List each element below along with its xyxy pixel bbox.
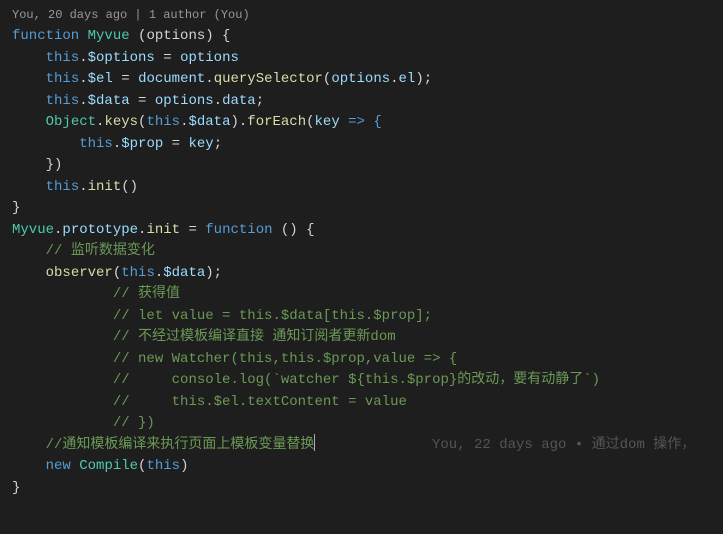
code-line[interactable]: // }) bbox=[12, 413, 711, 435]
property-token: $data bbox=[88, 93, 130, 109]
arg-token: options bbox=[331, 71, 390, 87]
code-line[interactable]: } bbox=[12, 198, 711, 220]
comment-token: // 不经过模板编译直接 通知订阅者更新dom bbox=[113, 329, 396, 345]
code-line[interactable]: } bbox=[12, 478, 711, 500]
code-line[interactable]: observer(this.$data); bbox=[12, 263, 711, 285]
this-token: this bbox=[46, 71, 80, 87]
this-token: this bbox=[146, 458, 180, 474]
property-token: $data bbox=[163, 265, 205, 281]
code-line[interactable]: this.$options = options bbox=[12, 48, 711, 70]
var-token: options bbox=[180, 50, 239, 66]
code-line[interactable]: //通知模板编译来执行页面上模板变量替换 You, 22 days ago • 通… bbox=[12, 435, 711, 457]
comment-token: // 获得值 bbox=[113, 286, 180, 302]
code-line[interactable]: // new Watcher(this,this.$prop,value => … bbox=[12, 349, 711, 371]
comment-token: // this.$el.textContent = value bbox=[113, 394, 407, 410]
this-token: this bbox=[79, 136, 113, 152]
var-token: key bbox=[188, 136, 213, 152]
comment-token: //通知模板编译来执行页面上模板变量替换 bbox=[46, 437, 315, 453]
code-line[interactable]: this.init() bbox=[12, 177, 711, 199]
code-line[interactable]: // console.log(`watcher ${this.$prop}的改动… bbox=[12, 370, 711, 392]
this-token: this bbox=[146, 114, 180, 130]
method-token: init bbox=[88, 179, 122, 195]
codelens-author-info[interactable]: You, 20 days ago | 1 author (You) bbox=[12, 6, 711, 24]
brace-token: }) bbox=[46, 157, 63, 173]
method-token: forEach bbox=[247, 114, 306, 130]
brace-token: } bbox=[12, 200, 20, 216]
comment-token: // console.log(`watcher ${this.$prop}的改动… bbox=[113, 372, 600, 388]
this-token: this bbox=[46, 93, 80, 109]
code-line[interactable]: this.$prop = key; bbox=[12, 134, 711, 156]
comment-token: // let value = this.$data[this.$prop]; bbox=[113, 308, 432, 324]
code-line[interactable]: function Myvue (options) { bbox=[12, 26, 711, 48]
var-token: options bbox=[155, 93, 214, 109]
class-token: Compile bbox=[79, 458, 138, 474]
code-line[interactable]: this.$el = document.querySelector(option… bbox=[12, 69, 711, 91]
comment-token: // new Watcher(this,this.$prop,value => … bbox=[113, 351, 457, 367]
arg-token: el bbox=[399, 71, 416, 87]
code-line[interactable]: // 监听数据变化 bbox=[12, 241, 711, 263]
this-token: this bbox=[46, 50, 80, 66]
property-token: $el bbox=[88, 71, 113, 87]
this-token: this bbox=[121, 265, 155, 281]
comment-token: // 监听数据变化 bbox=[46, 243, 155, 259]
method-token: keys bbox=[104, 114, 138, 130]
code-line[interactable]: Object.keys(this.$data).forEach(key => { bbox=[12, 112, 711, 134]
comment-token: // }) bbox=[113, 415, 155, 431]
code-line[interactable]: this.$data = options.data; bbox=[12, 91, 711, 113]
code-line[interactable]: new Compile(this) bbox=[12, 456, 711, 478]
arrow-token: => { bbox=[340, 114, 382, 130]
keyword-token: function bbox=[12, 28, 79, 44]
signature-token: (options) { bbox=[130, 28, 231, 44]
param-token: key bbox=[315, 114, 340, 130]
property-token: $prop bbox=[121, 136, 163, 152]
this-token: this bbox=[46, 179, 80, 195]
code-line[interactable]: }) bbox=[12, 155, 711, 177]
brace-token: } bbox=[12, 480, 20, 496]
code-line[interactable]: // 不经过模板编译直接 通知订阅者更新dom bbox=[12, 327, 711, 349]
inline-blame-annotation: You, 22 days ago • 通过dom 操作， bbox=[432, 435, 695, 457]
code-line[interactable]: // 获得值 bbox=[12, 284, 711, 306]
class-token: Myvue bbox=[12, 222, 54, 238]
function-token: observer bbox=[46, 265, 113, 281]
keyword-token: function bbox=[205, 222, 272, 238]
code-area[interactable]: function Myvue (options) { this.$options… bbox=[12, 26, 711, 499]
property-token: $data bbox=[188, 114, 230, 130]
signature-token: () { bbox=[273, 222, 315, 238]
property-token: prototype bbox=[62, 222, 138, 238]
code-line[interactable]: // this.$el.textContent = value bbox=[12, 392, 711, 414]
property-token: $options bbox=[88, 50, 155, 66]
code-line[interactable]: // let value = this.$data[this.$prop]; bbox=[12, 306, 711, 328]
class-token: Object bbox=[46, 114, 96, 130]
method-token: querySelector bbox=[214, 71, 323, 87]
class-token: Myvue bbox=[88, 28, 130, 44]
code-line[interactable]: Myvue.prototype.init = function () { bbox=[12, 220, 711, 242]
object-token: document bbox=[138, 71, 205, 87]
property-token: init bbox=[146, 222, 180, 238]
keyword-token: new bbox=[46, 458, 71, 474]
var-token: data bbox=[222, 93, 256, 109]
cursor-icon bbox=[314, 434, 315, 451]
